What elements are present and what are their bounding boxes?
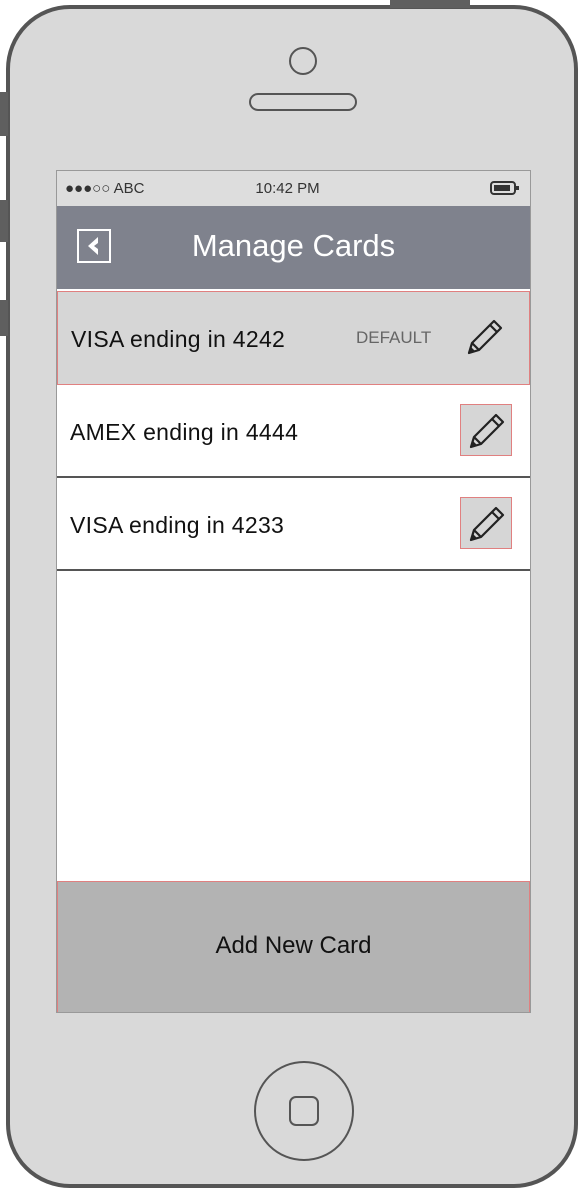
edit-card-button[interactable]: [460, 497, 512, 549]
add-new-card-button[interactable]: Add New Card: [57, 881, 530, 1012]
pencil-icon: [469, 506, 505, 542]
home-button-square-icon: [289, 1096, 319, 1126]
pencil-icon: [467, 319, 503, 355]
status-bar: ●●●○○ ABC 10:42 PM: [57, 171, 530, 206]
power-button[interactable]: [390, 0, 470, 8]
card-label: VISA ending in 4242: [71, 326, 286, 352]
card-row-visa-4242[interactable]: VISA ending in 4242 DEFAULT: [57, 291, 530, 385]
status-time: 10:42 PM: [255, 180, 320, 197]
add-new-card-label: Add New Card: [215, 932, 372, 959]
card-label: VISA ending in 4233: [70, 512, 285, 538]
edit-card-button[interactable]: [460, 404, 512, 456]
default-badge: DEFAULT: [356, 328, 432, 347]
camera-lens: [289, 47, 317, 75]
speaker-grille: [249, 93, 357, 111]
card-label: AMEX ending in 4444: [70, 419, 299, 445]
volume-up-button[interactable]: [0, 200, 8, 242]
edit-card-button[interactable]: [459, 311, 511, 363]
navigation-bar: Manage Cards: [57, 206, 530, 289]
volume-down-button[interactable]: [0, 300, 8, 336]
mute-switch[interactable]: [0, 92, 8, 136]
page-title: Manage Cards: [191, 228, 396, 263]
pencil-icon: [469, 413, 505, 449]
battery-icon: [490, 181, 519, 195]
card-row-amex-4444[interactable]: AMEX ending in 4444: [57, 385, 530, 478]
app-screen: ●●●○○ ABC 10:42 PM Manage Cards VISA end…: [56, 170, 531, 1013]
home-button[interactable]: [254, 1061, 354, 1161]
card-row-visa-4233[interactable]: VISA ending in 4233: [57, 478, 530, 571]
